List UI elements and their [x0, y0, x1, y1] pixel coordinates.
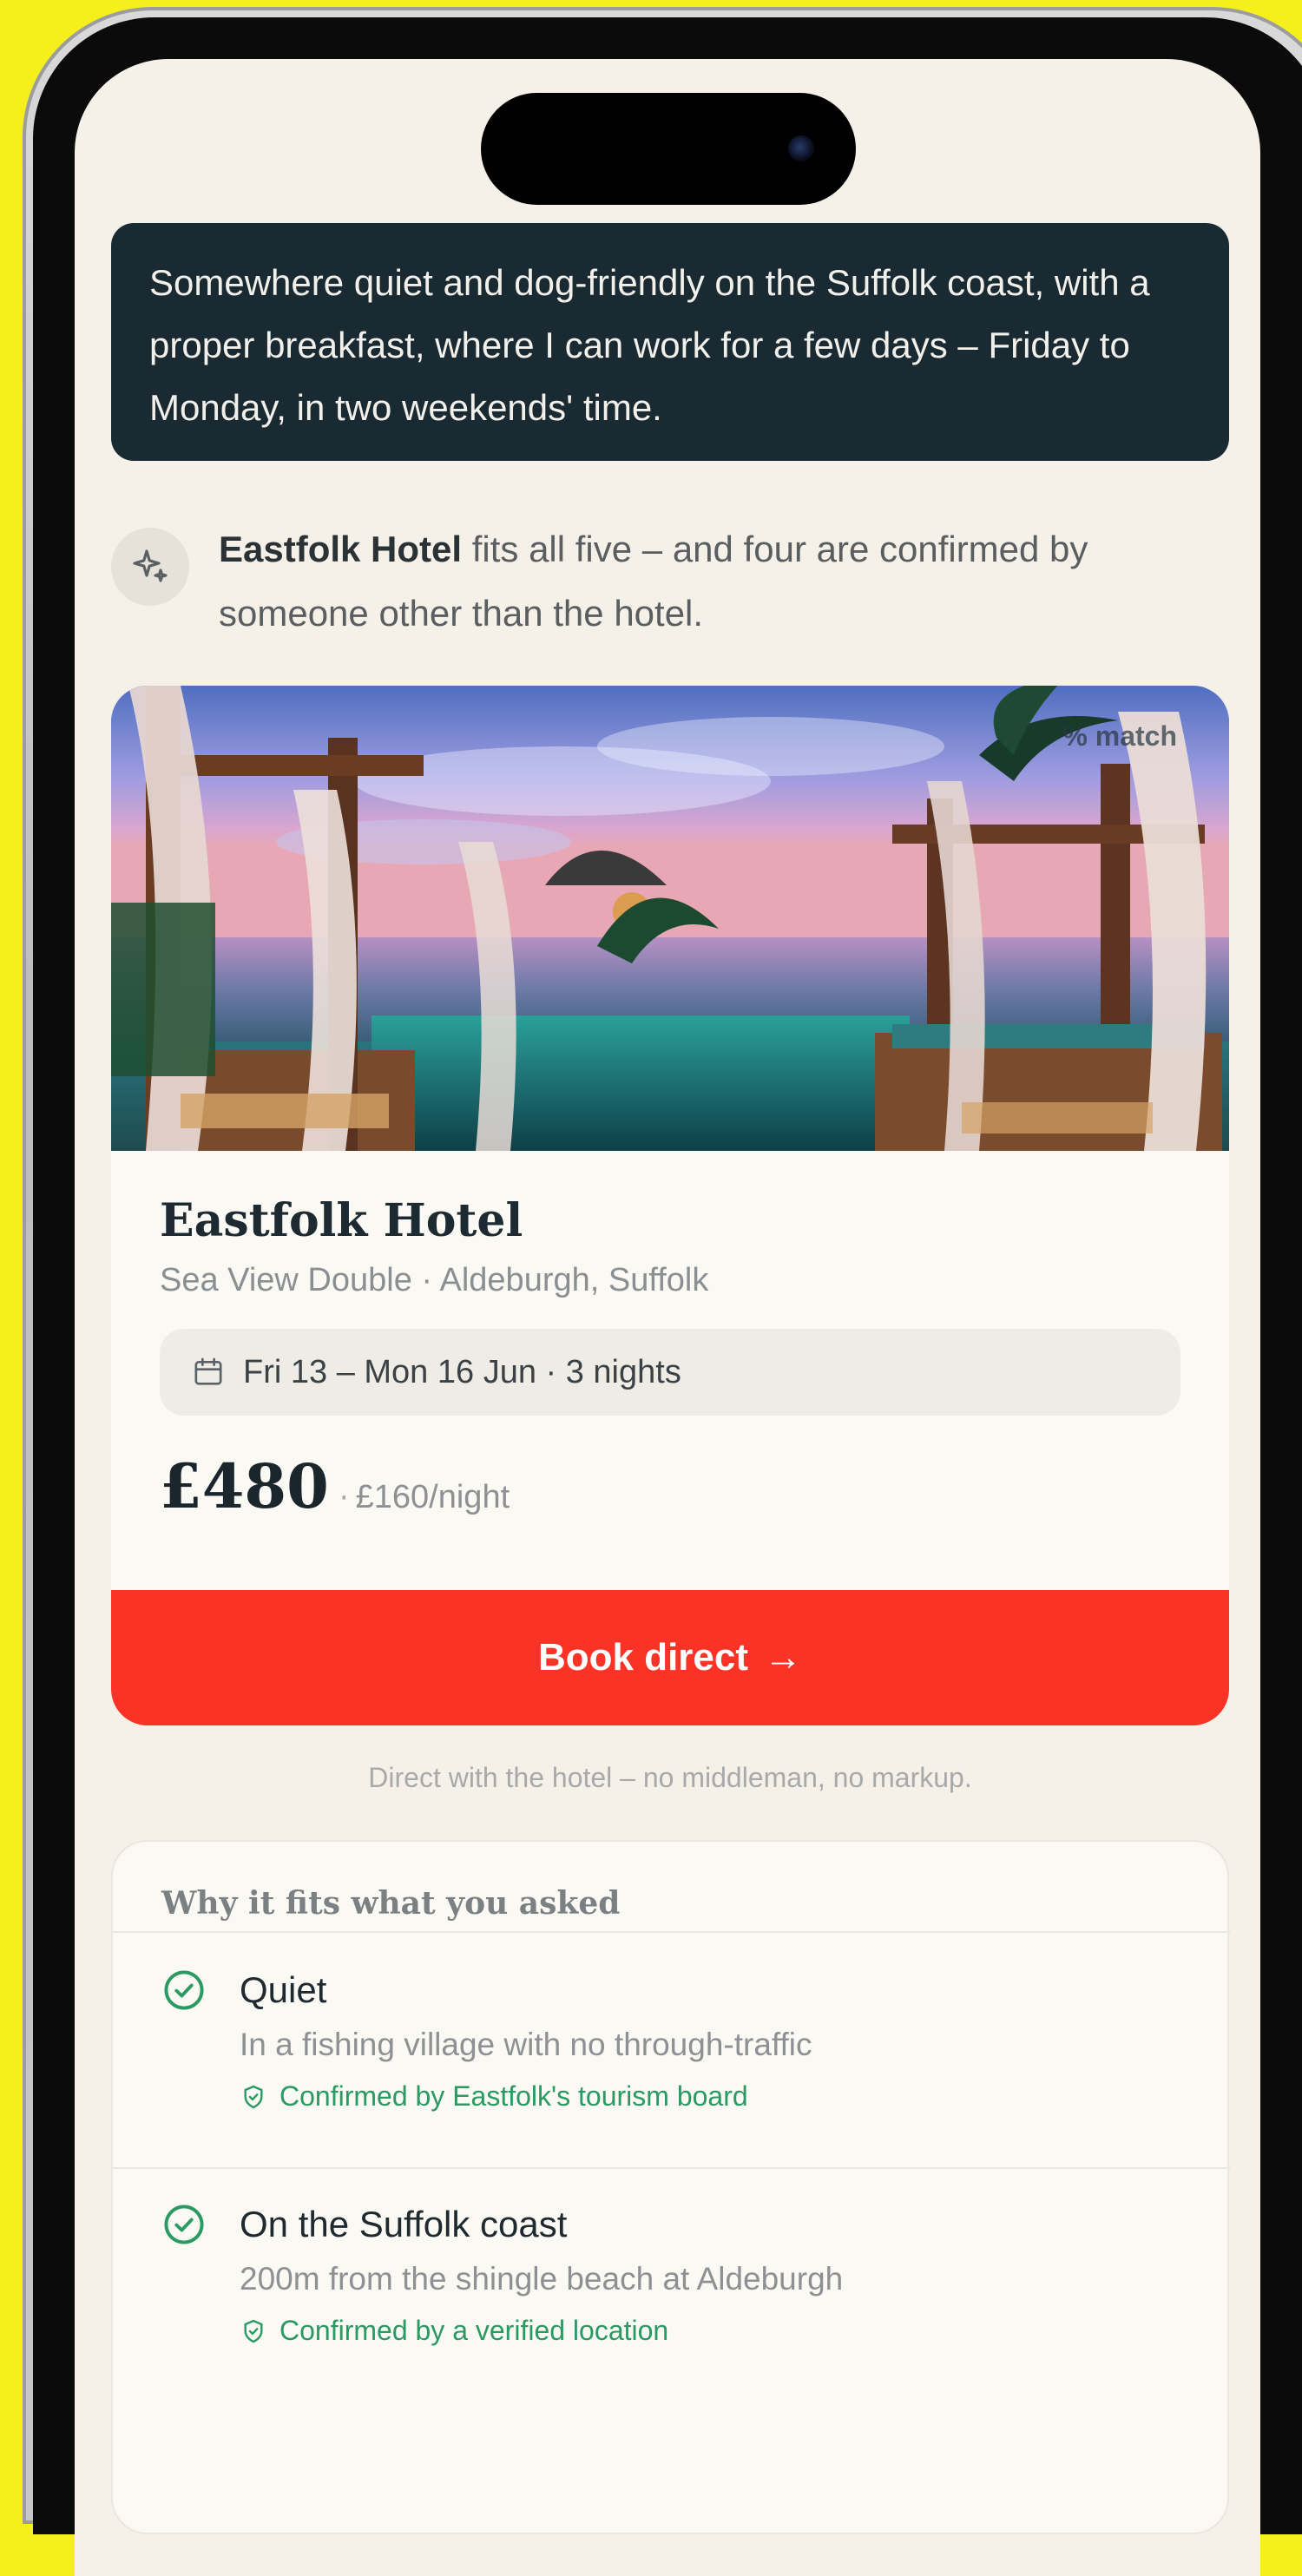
why-it-fits-title: Why it fits what you asked — [161, 1885, 621, 1922]
hotel-photo: % match — [111, 686, 1229, 1151]
dates-pill[interactable]: Fri 13 – Mon 16 Jun · 3 nights — [160, 1329, 1180, 1416]
shield-check-icon — [244, 2319, 263, 2343]
calendar-icon — [194, 1357, 222, 1385]
user-prompt-bubble: Somewhere quiet and dog-friendly on the … — [111, 223, 1229, 461]
assistant-message-text: Eastfolk Hotel fits all five – and four … — [219, 517, 1229, 646]
price-per-night: £160/night — [355, 1479, 510, 1515]
assistant-avatar — [111, 528, 189, 606]
price-total: £480 — [160, 1450, 329, 1522]
dynamic-island — [481, 93, 856, 205]
book-direct-button[interactable]: Book direct → — [111, 1590, 1229, 1725]
price-separator: · — [339, 1481, 349, 1515]
fit-detail: In a fishing village with no through-tra… — [240, 2027, 812, 2062]
hotel-photo-illustration — [111, 686, 1229, 1151]
fit-confirmation: Confirmed by a verified location — [240, 2315, 668, 2347]
fit-title: On the Suffolk coast — [240, 2204, 568, 2244]
shield-check-icon — [244, 2085, 263, 2108]
direct-booking-note: Direct with the hotel – no middleman, no… — [368, 1762, 972, 1793]
hotel-name: Eastfolk Hotel — [160, 1194, 523, 1247]
check-circle-icon — [164, 1970, 204, 2010]
camera-lens-icon — [788, 135, 814, 161]
divider — [113, 2167, 1231, 2169]
book-direct-label: Book direct — [537, 1636, 749, 1679]
fit-confirmation: Confirmed by Eastfolk's tourism board — [240, 2080, 748, 2113]
assistant-hotel-name: Eastfolk Hotel — [219, 529, 463, 569]
match-badge: % match — [1062, 720, 1177, 752]
hotel-room-location: Sea View Double · Aldeburgh, Suffolk — [160, 1262, 709, 1298]
fit-confirmation-text: Confirmed by Eastfolk's tourism board — [279, 2080, 748, 2112]
why-it-fits-card: Why it fits what you asked Quiet In a fi… — [111, 1840, 1231, 2534]
arrow-right-icon: → — [764, 1636, 803, 1679]
user-prompt-text: Somewhere quiet and dog-friendly on the … — [149, 262, 1150, 428]
divider — [113, 1931, 1231, 1933]
book-button-wrap: Book direct → — [111, 1590, 1229, 1725]
price-row: £480 · £160/night — [160, 1450, 510, 1522]
check-circle-icon — [164, 2205, 204, 2244]
sparkle-icon — [133, 549, 168, 582]
fit-confirmation-text: Confirmed by a verified location — [279, 2315, 669, 2346]
fit-title: Quiet — [240, 1969, 327, 2010]
stay-dates: Fri 13 – Mon 16 Jun · 3 nights — [243, 1353, 681, 1390]
hotel-card[interactable]: % match Eastfolk Hotel Sea View Double ·… — [111, 686, 1229, 1725]
fit-detail: 200m from the shingle beach at Aldeburgh — [240, 2261, 844, 2297]
